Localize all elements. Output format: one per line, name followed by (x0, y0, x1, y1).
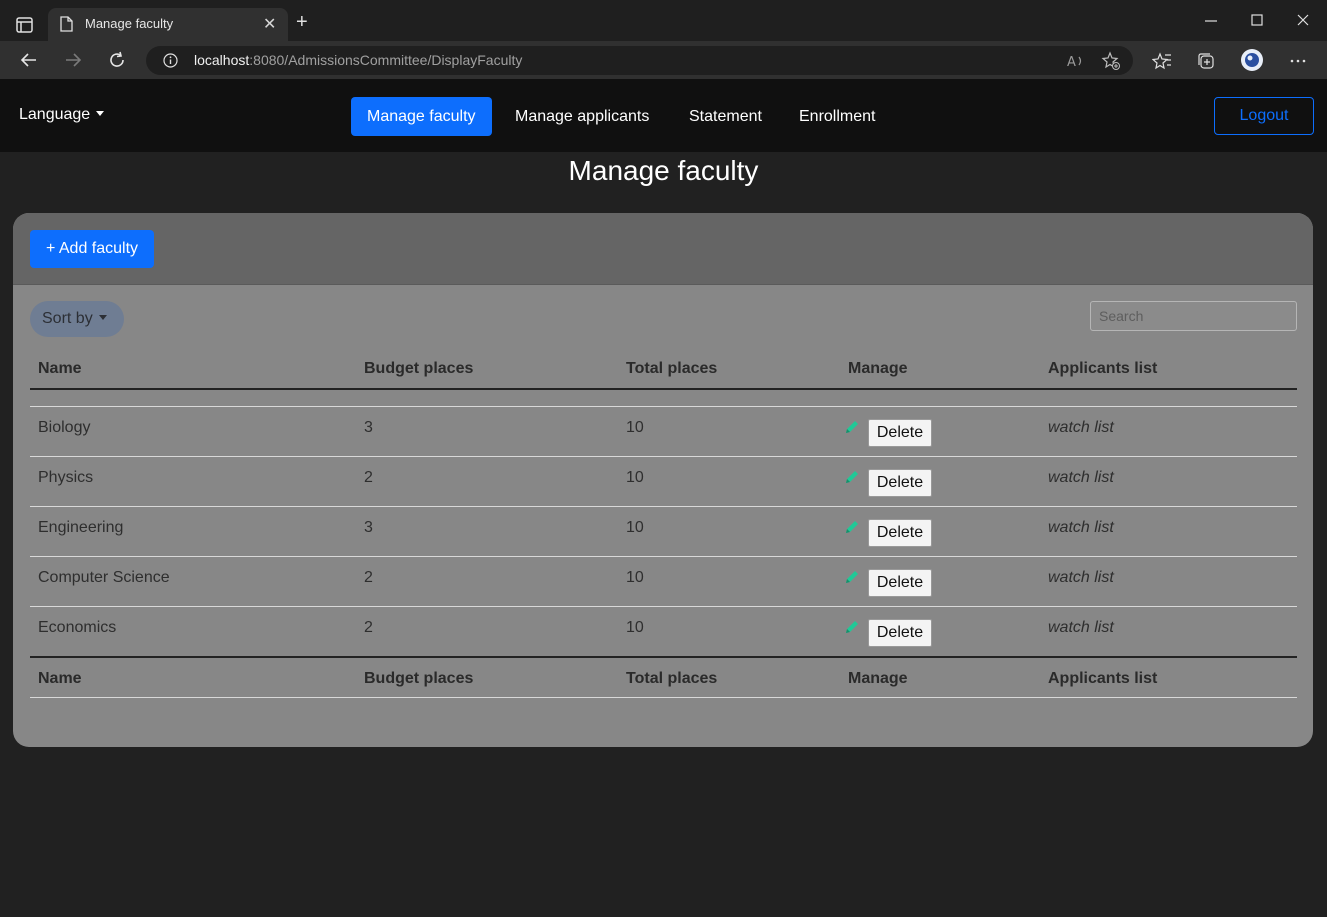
cell-budget: 3 (364, 419, 373, 436)
caret-down-icon (98, 314, 107, 320)
watch-list-link[interactable]: watch list (1048, 419, 1114, 437)
table-header: Name Budget places Total places Manage A… (30, 348, 1297, 390)
table-row: Engineering 3 10 Delete watch list (30, 507, 1297, 557)
cell-budget: 3 (364, 519, 373, 536)
edit-pencil-icon[interactable] (843, 518, 861, 536)
cell-budget: 2 (364, 619, 373, 636)
language-label: Language (19, 106, 91, 123)
nav-statement[interactable]: Statement (673, 97, 778, 136)
back-icon[interactable] (19, 50, 39, 70)
url-host: localhost (194, 52, 250, 68)
language-dropdown[interactable]: Language (19, 106, 105, 124)
header-total-places[interactable]: Total places (626, 360, 717, 378)
edit-pencil-icon[interactable] (843, 468, 861, 486)
url-field[interactable]: localhost:8080/AdmissionsCommittee/Displ… (146, 46, 1133, 75)
tab-title: Manage faculty (85, 16, 174, 31)
collections-icon[interactable] (1196, 51, 1216, 71)
add-favorite-icon[interactable] (1101, 51, 1121, 71)
table-spacer (30, 390, 1297, 407)
cell-total: 10 (626, 519, 644, 536)
caret-down-icon (96, 110, 105, 116)
tab-actions-icon[interactable] (14, 14, 36, 36)
cell-name: Economics (38, 619, 117, 636)
footer-total-places: Total places (626, 670, 718, 687)
edit-pencil-icon[interactable] (843, 568, 861, 586)
refresh-icon[interactable] (107, 50, 127, 70)
delete-button[interactable]: Delete (868, 469, 932, 497)
card-header: + Add faculty (13, 213, 1313, 285)
more-menu-icon[interactable] (1288, 51, 1308, 71)
table-row: Biology 3 10 Delete watch list (30, 407, 1297, 457)
cell-total: 10 (626, 569, 644, 586)
header-budget-places[interactable]: Budget places (364, 360, 473, 378)
maximize-icon[interactable] (1251, 14, 1263, 26)
cell-total: 10 (626, 419, 644, 436)
forward-icon[interactable] (63, 50, 83, 70)
sort-by-label: Sort by (42, 310, 93, 327)
nav-enrollment[interactable]: Enrollment (783, 97, 891, 136)
delete-button[interactable]: Delete (868, 519, 932, 547)
add-faculty-button[interactable]: + Add faculty (30, 230, 154, 268)
edit-pencil-icon[interactable] (843, 418, 861, 436)
profile-avatar[interactable] (1240, 48, 1264, 72)
table-row: Economics 2 10 Delete watch list (30, 607, 1297, 657)
close-window-icon[interactable] (1297, 14, 1309, 26)
cell-name: Computer Science (38, 569, 170, 586)
url-text: localhost:8080/AdmissionsCommittee/Displ… (194, 52, 522, 68)
header-name[interactable]: Name (38, 360, 82, 378)
address-bar-row: localhost:8080/AdmissionsCommittee/Displ… (0, 41, 1327, 79)
watch-list-link[interactable]: watch list (1048, 519, 1114, 537)
cell-total: 10 (626, 469, 644, 486)
page-icon (60, 16, 73, 32)
delete-button[interactable]: Delete (868, 419, 932, 447)
sort-by-dropdown[interactable]: Sort by (30, 301, 124, 337)
delete-button[interactable]: Delete (868, 619, 932, 647)
new-tab-button[interactable]: + (296, 12, 308, 32)
table-footer: Name Budget places Total places Manage A… (30, 656, 1297, 698)
watch-list-link[interactable]: watch list (1048, 619, 1114, 637)
nav-manage-faculty[interactable]: Manage faculty (351, 97, 492, 136)
cell-budget: 2 (364, 569, 373, 586)
table-row: Physics 2 10 Delete watch list (30, 457, 1297, 507)
edit-pencil-icon[interactable] (843, 618, 861, 636)
watch-list-link[interactable]: watch list (1048, 569, 1114, 587)
cell-name: Biology (38, 419, 91, 436)
svg-text:A: A (1067, 55, 1076, 70)
table-row: Computer Science 2 10 Delete watch list (30, 557, 1297, 607)
delete-button[interactable]: Delete (868, 569, 932, 597)
read-aloud-icon[interactable]: A (1065, 51, 1085, 71)
footer-applicants-list: Applicants list (1048, 670, 1158, 687)
browser-tab[interactable]: Manage faculty ✕ (48, 8, 288, 41)
cell-total: 10 (626, 619, 644, 636)
favorites-icon[interactable] (1152, 51, 1172, 71)
faculty-card: + Add faculty Sort by Name Budget places… (13, 213, 1313, 747)
watch-list-link[interactable]: watch list (1048, 469, 1114, 487)
cell-budget: 2 (364, 469, 373, 486)
header-applicants-list: Applicants list (1048, 360, 1158, 377)
site-info-icon[interactable] (163, 53, 178, 68)
browser-tab-bar: Manage faculty ✕ + (0, 0, 1327, 41)
header-manage: Manage (848, 360, 908, 377)
footer-name: Name (38, 670, 82, 687)
page-title: Manage faculty (568, 155, 759, 186)
cell-name: Engineering (38, 519, 124, 536)
nav-manage-applicants[interactable]: Manage applicants (499, 97, 665, 136)
url-path: :8080/AdmissionsCommittee/DisplayFaculty (249, 52, 523, 68)
site-navbar: Language Manage faculty Manage applicant… (0, 79, 1327, 152)
minimize-icon[interactable] (1204, 14, 1218, 28)
footer-budget-places: Budget places (364, 670, 474, 687)
logout-button[interactable]: Logout (1214, 97, 1314, 135)
footer-manage: Manage (848, 670, 908, 687)
close-tab-icon[interactable]: ✕ (263, 14, 276, 34)
cell-name: Physics (38, 469, 94, 486)
search-input[interactable] (1090, 301, 1297, 331)
